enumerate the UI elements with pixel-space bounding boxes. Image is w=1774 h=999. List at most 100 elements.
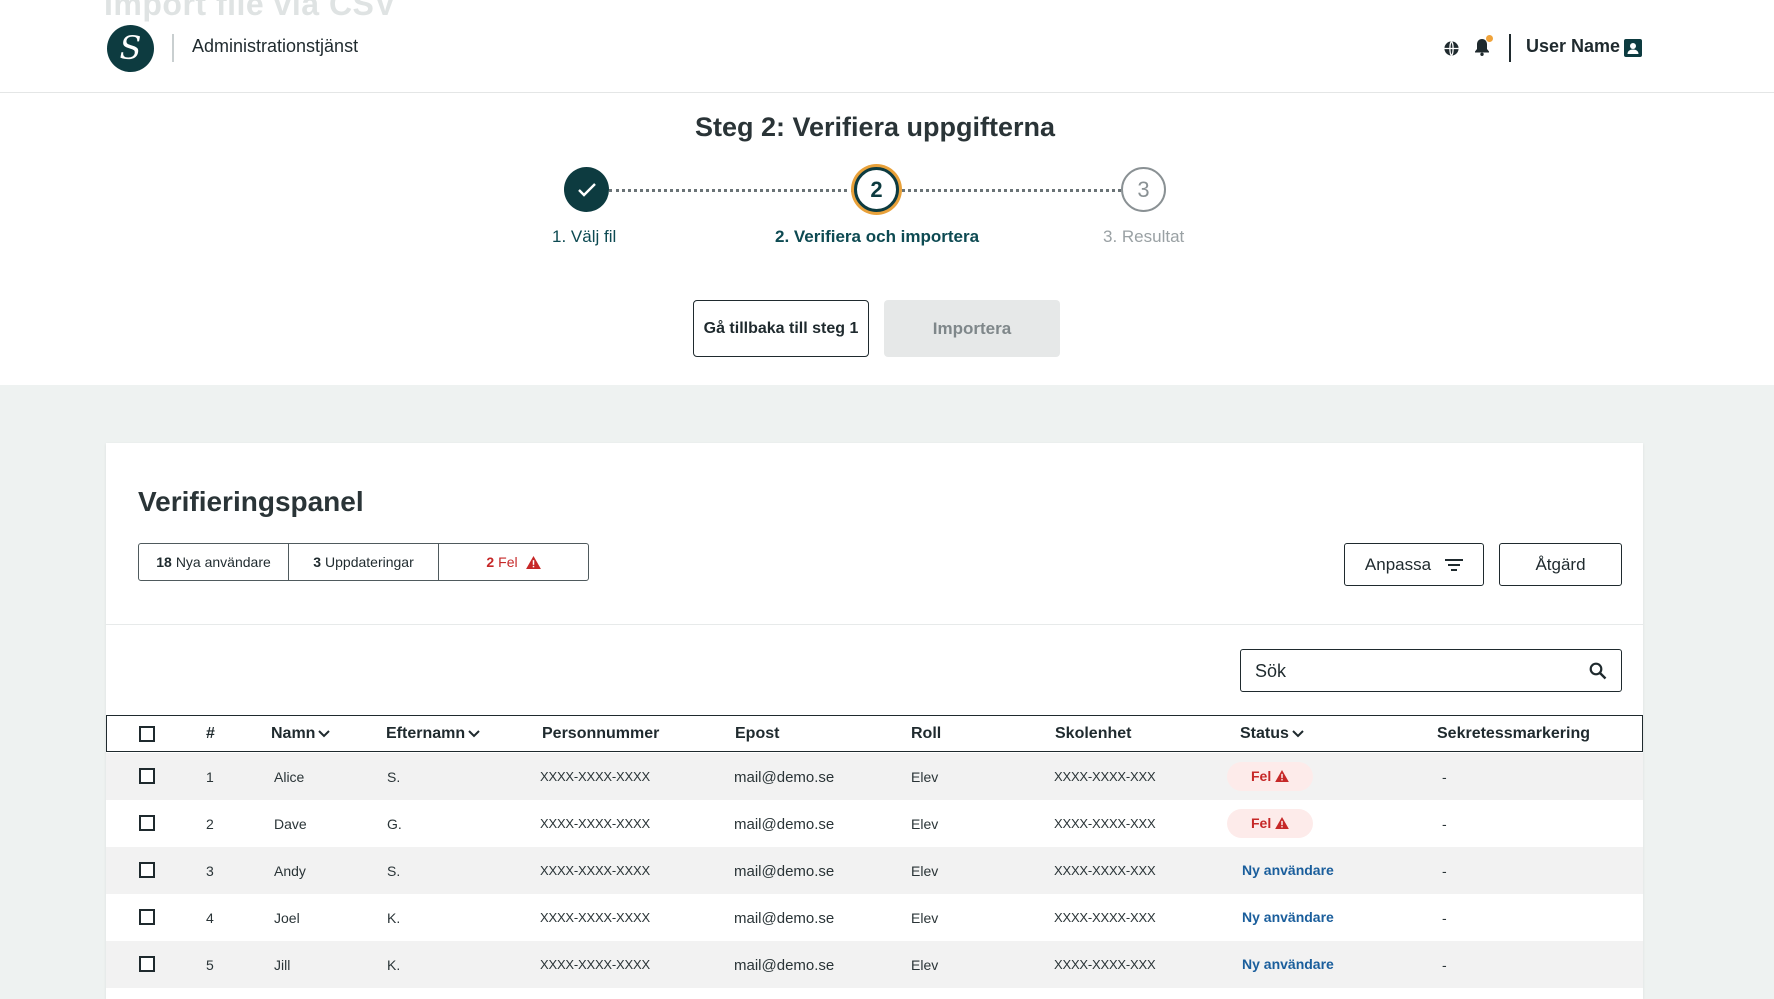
cell-name: Alice bbox=[274, 769, 305, 785]
cell-roll: Elev bbox=[911, 910, 939, 926]
col-status[interactable]: Status bbox=[1240, 725, 1304, 743]
warning-icon bbox=[525, 555, 541, 569]
table-header: # Namn Efternamn Personnummer Epost Roll… bbox=[106, 715, 1643, 752]
row-checkbox[interactable] bbox=[139, 909, 155, 925]
col-sekretessmarkering: Sekretessmarkering bbox=[1437, 725, 1590, 742]
status-new-user[interactable]: Ny användare bbox=[1242, 862, 1334, 878]
warning-icon bbox=[1275, 817, 1289, 829]
step-1-label: 1. Välj fil bbox=[552, 227, 617, 246]
panel-title: Verifieringspanel bbox=[138, 486, 364, 517]
cell-surname: K. bbox=[387, 910, 401, 926]
cell-number: 3 bbox=[206, 863, 214, 879]
row-checkbox[interactable] bbox=[139, 768, 155, 784]
app-header: Import file via CSV S Administrationstjä… bbox=[0, 0, 1774, 93]
cell-personnummer: XXXX-XXXX-XXXX bbox=[540, 957, 650, 972]
col-epost: Epost bbox=[735, 725, 780, 742]
cell-skolenhet: XXXX-XXXX-XXX bbox=[1054, 910, 1156, 925]
cell-sekretess: - bbox=[1442, 910, 1447, 926]
cell-surname: S. bbox=[387, 863, 401, 879]
chevron-down-icon bbox=[1292, 730, 1304, 738]
cell-name: Andy bbox=[274, 863, 306, 879]
table-row[interactable]: 2 Dave G. XXXX-XXXX-XXXX mail@demo.se El… bbox=[106, 800, 1643, 847]
cell-name: Jill bbox=[274, 957, 291, 973]
cell-roll: Elev bbox=[911, 957, 939, 973]
table-row[interactable]: 5 Jill K. XXXX-XXXX-XXXX mail@demo.se El… bbox=[106, 941, 1643, 988]
cell-epost: mail@demo.se bbox=[734, 769, 835, 786]
cell-personnummer: XXXX-XXXX-XXXX bbox=[540, 910, 650, 925]
summary-bar: 18 Nya användare 3 Uppdateringar 2 Fel bbox=[138, 543, 589, 581]
cell-roll: Elev bbox=[911, 816, 939, 832]
step-3-label: 3. Resultat bbox=[1103, 227, 1185, 246]
cell-sekretess: - bbox=[1442, 863, 1447, 879]
status-new-user[interactable]: Ny användare bbox=[1242, 909, 1334, 925]
cell-personnummer: XXXX-XXXX-XXXX bbox=[540, 769, 650, 784]
cell-epost: mail@demo.se bbox=[734, 816, 835, 833]
cell-skolenhet: XXXX-XXXX-XXX bbox=[1054, 816, 1156, 831]
step-3-circle: 3 bbox=[1121, 167, 1166, 212]
select-all-checkbox[interactable] bbox=[139, 726, 155, 742]
cell-number: 1 bbox=[206, 769, 214, 785]
cell-roll: Elev bbox=[911, 769, 939, 785]
status-badge[interactable]: Fel bbox=[1227, 809, 1314, 838]
page-title: Steg 2: Verifiera uppgifterna bbox=[694, 112, 1056, 142]
status-badge[interactable]: Fel bbox=[1227, 762, 1314, 791]
customize-button[interactable]: Anpassa bbox=[1344, 543, 1484, 586]
cell-skolenhet: XXXX-XXXX-XXX bbox=[1054, 769, 1156, 784]
step-2-label: 2. Verifiera och importera bbox=[775, 227, 980, 246]
cell-skolenhet: XXXX-XXXX-XXX bbox=[1054, 957, 1156, 972]
filter-icon bbox=[1445, 559, 1464, 572]
action-button[interactable]: Åtgärd bbox=[1499, 543, 1622, 586]
user-name[interactable]: User Name bbox=[1526, 36, 1620, 57]
back-to-step-1-button[interactable]: Gå tillbaka till steg 1 bbox=[693, 300, 869, 357]
row-checkbox[interactable] bbox=[139, 862, 155, 878]
logo-divider bbox=[172, 34, 174, 62]
cell-sekretess: - bbox=[1442, 957, 1447, 973]
cell-roll: Elev bbox=[911, 863, 939, 879]
summary-updates[interactable]: 3 Uppdateringar bbox=[289, 544, 439, 580]
chevron-down-icon bbox=[468, 730, 480, 738]
table-row[interactable]: 4 Joel K. XXXX-XXXX-XXXX mail@demo.se El… bbox=[106, 894, 1643, 941]
col-name[interactable]: Namn bbox=[271, 725, 331, 743]
search-icon[interactable] bbox=[1589, 662, 1607, 680]
chevron-down-icon bbox=[318, 730, 331, 738]
ghost-title: Import file via CSV bbox=[104, 0, 397, 22]
summary-new-users[interactable]: 18 Nya användare bbox=[139, 544, 289, 580]
cell-epost: mail@demo.se bbox=[734, 957, 835, 974]
search-input[interactable] bbox=[1255, 658, 1555, 684]
globe-icon[interactable] bbox=[1443, 40, 1460, 62]
checkmark-icon bbox=[577, 182, 596, 197]
cell-personnummer: XXXX-XXXX-XXXX bbox=[540, 863, 650, 878]
search-box[interactable] bbox=[1240, 649, 1622, 692]
logo[interactable]: S bbox=[107, 25, 154, 72]
col-roll: Roll bbox=[911, 725, 942, 742]
status-new-user[interactable]: Ny användare bbox=[1242, 956, 1334, 972]
col-surname[interactable]: Efternamn bbox=[386, 725, 480, 743]
cell-number: 4 bbox=[206, 910, 214, 926]
cell-surname: S. bbox=[387, 769, 401, 785]
cell-number: 2 bbox=[206, 816, 214, 832]
step-2-circle: 2 bbox=[854, 167, 899, 212]
row-checkbox[interactable] bbox=[139, 956, 155, 972]
cell-personnummer: XXXX-XXXX-XXXX bbox=[540, 816, 650, 831]
import-button[interactable]: Importera bbox=[884, 300, 1060, 357]
panel-divider bbox=[106, 624, 1643, 625]
app-title: Administrationstjänst bbox=[192, 36, 359, 56]
col-personnummer: Personnummer bbox=[542, 725, 660, 742]
step-connector-2 bbox=[902, 189, 1121, 192]
cell-surname: K. bbox=[387, 957, 401, 973]
step-connector-1 bbox=[609, 189, 854, 192]
notification-dot bbox=[1486, 35, 1493, 42]
table-row[interactable]: 1 Alice S. XXXX-XXXX-XXXX mail@demo.se E… bbox=[106, 753, 1643, 800]
cell-skolenhet: XXXX-XXXX-XXX bbox=[1054, 863, 1156, 878]
summary-errors[interactable]: 2 Fel bbox=[439, 544, 588, 580]
cell-epost: mail@demo.se bbox=[734, 863, 835, 880]
cell-sekretess: - bbox=[1442, 769, 1447, 785]
row-checkbox[interactable] bbox=[139, 815, 155, 831]
cell-number: 5 bbox=[206, 957, 214, 973]
warning-icon bbox=[1275, 770, 1289, 782]
user-profile-icon[interactable] bbox=[1624, 39, 1642, 62]
cell-epost: mail@demo.se bbox=[734, 910, 835, 927]
col-skolenhet: Skolenhet bbox=[1055, 725, 1132, 742]
cell-sekretess: - bbox=[1442, 816, 1447, 832]
table-row[interactable]: 3 Andy S. XXXX-XXXX-XXXX mail@demo.se El… bbox=[106, 847, 1643, 894]
